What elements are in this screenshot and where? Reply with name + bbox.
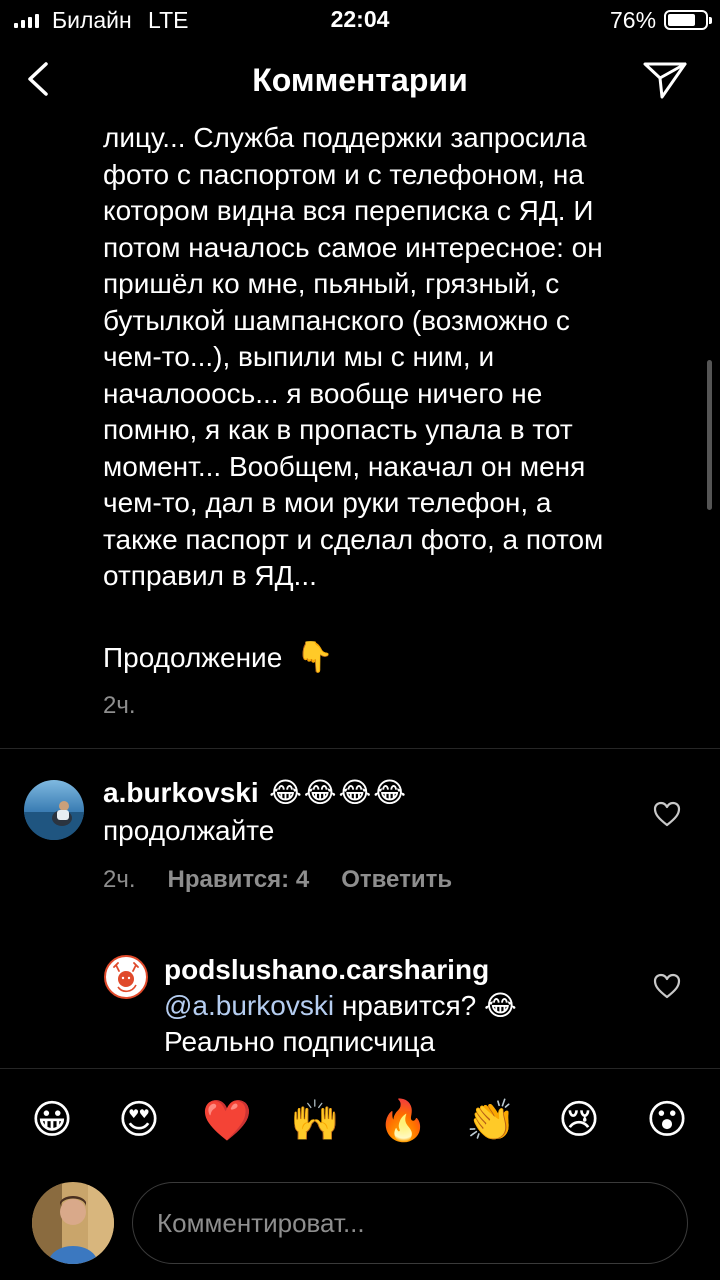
caption-line: лицу... Служба поддержки запросила (103, 122, 587, 153)
caption-line: пришёл ко мне, пьяный, грязный, с (103, 268, 560, 299)
heart-icon (653, 801, 681, 827)
comment-username[interactable]: podslushano.carsharing (164, 952, 644, 988)
user-photo-icon (24, 780, 84, 840)
comment-username[interactable]: a.burkovski (103, 777, 259, 808)
comments-list[interactable]: лицу... Служба поддержки запросила фото … (0, 116, 720, 1068)
comment-input[interactable] (157, 1203, 657, 1243)
share-button[interactable] (640, 54, 690, 104)
reply-comment-body: podslushano.carsharing @a.burkovski нрав… (164, 952, 644, 1060)
pointing-down-emoji: 👇 (296, 641, 334, 674)
caption-line: отправил в ЯД... (103, 560, 317, 591)
continuation-line: Продолжение 👇 (103, 640, 334, 675)
caption-line: чем-то, дал в мои руки телефон, а (103, 487, 552, 518)
battery-percent: 76% (610, 7, 657, 33)
quick-emoji-bar: 😀 😍 ❤️ 🙌 🔥 👏 😢 😮 (0, 1068, 720, 1176)
battery-icon (664, 10, 712, 30)
caption-line: потом началось самое интересное: он (103, 231, 603, 263)
continuation-text: Продолжение (103, 641, 283, 673)
caption-line: чем-то...), выпили мы с ним, и (103, 341, 495, 372)
my-avatar (32, 1182, 114, 1264)
reply-comment-text-line2: Реально подписчица (164, 1026, 436, 1057)
like-comment-button[interactable] (652, 972, 682, 1000)
reply-button[interactable]: Ответить (341, 866, 452, 894)
comment-input-container[interactable] (132, 1182, 688, 1264)
raised-hands-emoji-button[interactable]: 🙌 (288, 1097, 342, 1144)
status-bar: Билайн LTE 22:04 76% (0, 0, 720, 40)
reply-comment-text: нравится? 😂 (334, 990, 517, 1021)
clapping-emoji-button[interactable]: 👏 (464, 1097, 518, 1144)
mention-link[interactable]: @a.burkovski (164, 990, 334, 1021)
comment-meta: 2ч. Нравится: 4 Ответить (103, 866, 452, 894)
likes-count[interactable]: Нравится: 4 (168, 866, 310, 894)
comment-body: a.burkovski 😂😂😂😂 продолжайте (103, 776, 663, 847)
caption-line: фото с паспортом и с телефоном, на (103, 158, 584, 190)
heart-icon (653, 973, 681, 999)
paper-plane-icon (643, 62, 687, 99)
caption-line: началooось... я вообще ничего не (103, 377, 543, 409)
like-comment-button[interactable] (652, 800, 682, 828)
navigation-header: Комментарии (0, 44, 720, 116)
reindeer-logo-icon (113, 962, 139, 993)
divider (0, 748, 720, 749)
avatar[interactable] (24, 780, 84, 840)
grinning-emoji-button[interactable]: 😀 (25, 1097, 79, 1143)
user-photo-icon (32, 1182, 114, 1264)
post-timestamp: 2ч. (103, 692, 136, 719)
heart-eyes-emoji-button[interactable]: 😍 (112, 1097, 166, 1143)
caption-line: котором видна вся переписка с ЯД. И (103, 195, 594, 226)
page-title: Комментарии (252, 62, 468, 98)
avatar[interactable] (104, 955, 148, 999)
comment-timestamp: 2ч. (103, 866, 136, 893)
red-heart-emoji-button[interactable]: ❤️ (200, 1097, 254, 1144)
battery-fill (668, 14, 696, 26)
post-caption: лицу... Служба поддержки запросила фото … (103, 120, 683, 595)
laughing-emoji: 😂😂😂😂 (269, 777, 408, 808)
fire-emoji-button[interactable]: 🔥 (376, 1097, 430, 1144)
reply-comment-line: @a.burkovski нравится? 😂 (164, 988, 644, 1024)
caption-line: бутылкой шампанского (возможно с (103, 304, 570, 336)
caption-line: также паспорт и сделал фото, а потом (103, 523, 604, 555)
crying-emoji-button[interactable]: 😢 (552, 1097, 606, 1143)
caption-line: момент... Вообщем, накачал он меня (103, 450, 586, 482)
comment-text: продолжайте (103, 815, 275, 846)
comment-composer (0, 1176, 720, 1280)
scrollbar[interactable] (707, 360, 712, 510)
surprised-emoji-button[interactable]: 😮 (640, 1097, 694, 1143)
caption-line: помню, я как в пропасть упала в тот (103, 414, 573, 445)
